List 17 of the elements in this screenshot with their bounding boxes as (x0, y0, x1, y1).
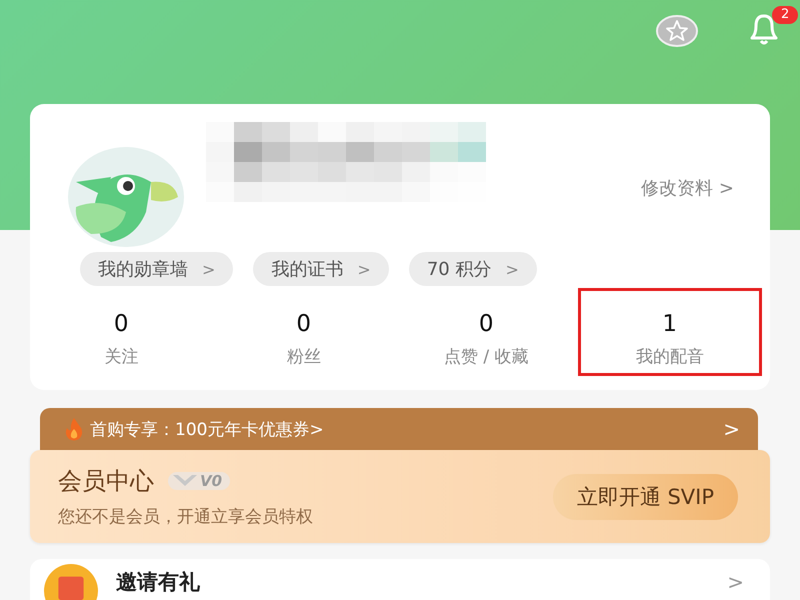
profile-chip[interactable]: 70 积分 > (408, 252, 537, 286)
menu-item[interactable]: 邀请有礼 > (30, 559, 770, 600)
envelope-icon (44, 564, 98, 600)
stat-item[interactable]: 0 关注 (30, 288, 212, 376)
stat-item[interactable]: 0 点赞 / 收藏 (395, 288, 578, 376)
membership-subtitle: 您还不是会员，开通立享会员特权 (58, 506, 313, 528)
profile-chip[interactable]: 我的勋章墙 > (80, 252, 234, 286)
notification-badge: 2 (772, 6, 798, 24)
promo-banner[interactable]: 首购专享：100元年卡优惠券> > (40, 408, 758, 450)
profile-chip[interactable]: 我的证书 > (253, 252, 389, 286)
edit-profile-link[interactable]: 修改资料 > (641, 176, 770, 200)
flame-icon (64, 417, 84, 441)
open-svip-button[interactable]: 立即开通 SVIP (552, 474, 738, 520)
stat-item[interactable]: 1 我的配音 (578, 288, 762, 376)
level-badge: V0 (168, 472, 230, 490)
stat-item[interactable]: 0 粉丝 (212, 288, 395, 376)
membership-title: 会员中心 (58, 466, 154, 497)
